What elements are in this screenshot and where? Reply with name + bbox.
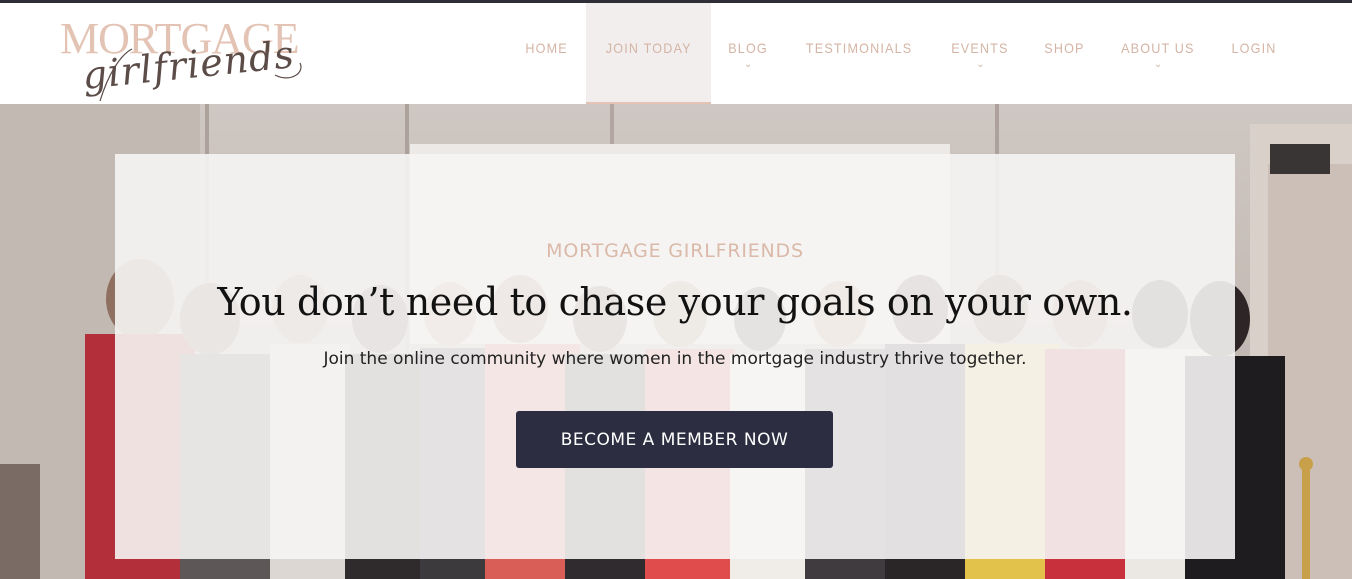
nav-item-events[interactable]: EVENTS ⌄ bbox=[933, 3, 1027, 104]
nav-label: SHOP bbox=[1044, 40, 1085, 56]
nav-label: TESTIMONIALS bbox=[806, 40, 913, 56]
main-navigation: HOME JOIN TODAY BLOG ⌄ TESTIMONIALS EVEN… bbox=[508, 3, 1294, 104]
become-member-button[interactable]: BECOME A MEMBER NOW bbox=[516, 411, 833, 468]
nav-label: LOGIN bbox=[1231, 40, 1277, 56]
hero-headline: You don’t need to chase your goals on yo… bbox=[217, 280, 1133, 324]
nav-item-join-today[interactable]: JOIN TODAY bbox=[585, 3, 712, 104]
site-logo[interactable]: MORTGAGE girlfriends bbox=[60, 15, 330, 105]
nav-item-home[interactable]: HOME bbox=[508, 3, 585, 104]
hero-eyebrow: MORTGAGE GIRLFRIENDS bbox=[546, 240, 804, 262]
site-header: MORTGAGE girlfriends HOME JOIN TODAY BLO… bbox=[0, 3, 1352, 104]
nav-item-login[interactable]: LOGIN bbox=[1214, 3, 1294, 104]
hero-card: MORTGAGE GIRLFRIENDS You don’t need to c… bbox=[115, 154, 1235, 559]
nav-label: EVENTS bbox=[951, 40, 1010, 56]
nav-item-testimonials[interactable]: TESTIMONIALS bbox=[785, 3, 933, 104]
nav-label: ABOUT US bbox=[1121, 40, 1195, 56]
nav-item-blog[interactable]: BLOG ⌄ bbox=[711, 3, 785, 104]
nav-label: JOIN TODAY bbox=[605, 40, 692, 56]
nav-item-shop[interactable]: SHOP bbox=[1027, 3, 1102, 104]
nav-label: HOME bbox=[525, 40, 569, 56]
chevron-down-icon: ⌄ bbox=[1153, 59, 1163, 70]
chevron-down-icon: ⌄ bbox=[743, 59, 753, 70]
nav-item-about-us[interactable]: ABOUT US ⌄ bbox=[1102, 3, 1214, 104]
hero-subline: Join the online community where women in… bbox=[323, 349, 1027, 369]
hero-section: MORTGAGE GIRLFRIENDS You don’t need to c… bbox=[0, 104, 1352, 579]
chevron-down-icon: ⌄ bbox=[976, 59, 985, 70]
nav-label: BLOG bbox=[728, 40, 768, 56]
